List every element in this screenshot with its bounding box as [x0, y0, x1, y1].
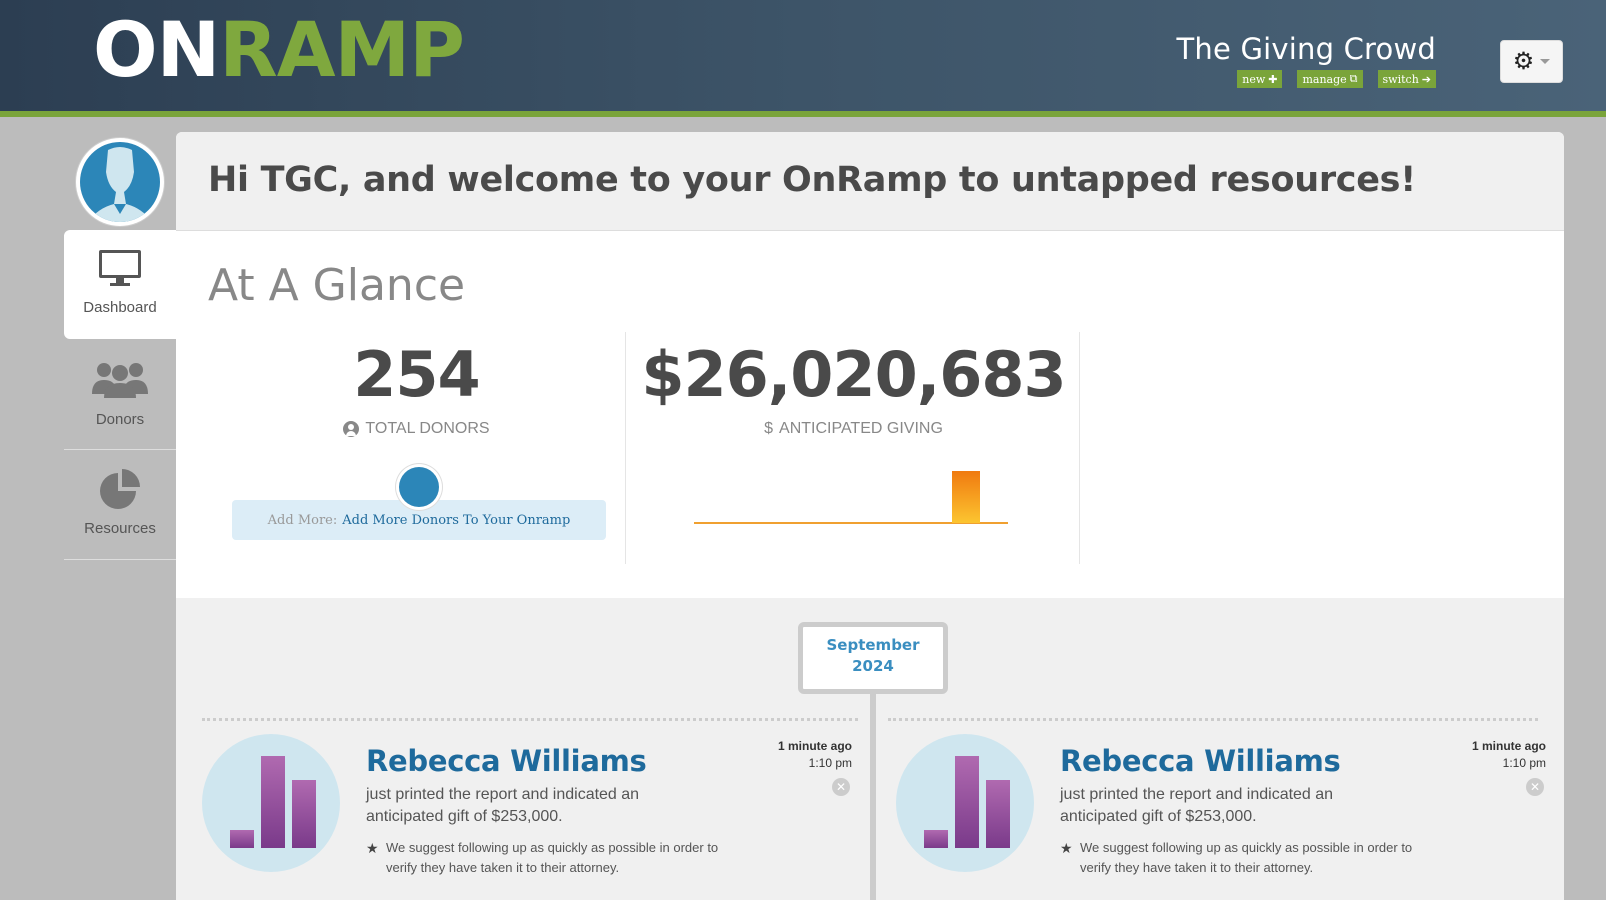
- add-donor-badge: [396, 464, 442, 510]
- bar-chart-icon: [202, 734, 340, 872]
- divider: [202, 718, 858, 721]
- dollar-icon: $: [764, 420, 774, 437]
- star-icon: ★: [1060, 840, 1073, 856]
- sidebar-item-resources[interactable]: Resources: [64, 451, 176, 560]
- avatar[interactable]: [76, 138, 164, 226]
- sparkline-bar: [952, 471, 980, 523]
- activity-description: just printed the report and indicated an…: [1060, 786, 1334, 825]
- org-switcher: The Giving Crowd new ✚ manage ⧉ switch ➔: [1176, 32, 1436, 88]
- org-name: The Giving Crowd: [1176, 32, 1436, 66]
- timeline-line: [870, 694, 876, 900]
- close-icon: ✕: [1529, 780, 1541, 794]
- sidebar-item-donors[interactable]: Donors: [64, 342, 176, 450]
- chevron-down-icon: [1540, 59, 1551, 64]
- sidebar-item-label: Resources: [84, 520, 156, 537]
- activity-timestamp: 1 minute ago 1:10 pm: [1471, 739, 1546, 770]
- gear-icon: ⚙: [1512, 47, 1535, 75]
- users-icon: [92, 363, 148, 398]
- close-icon: ✕: [835, 780, 847, 794]
- add-more-prefix: Add More:: [267, 512, 338, 528]
- activity-tip: ★ We suggest following up as quickly as …: [366, 840, 719, 875]
- org-actions: new ✚ manage ⧉ switch ➔: [1176, 70, 1436, 88]
- anticipated-giving-stat: $26,020,683 $ ANTICIPATED GIVING: [628, 332, 1080, 564]
- star-icon: ★: [366, 840, 379, 856]
- giving-sparkline: [694, 471, 1008, 524]
- pie-chart-icon: [100, 469, 140, 509]
- external-edit-icon: ⧉: [1349, 72, 1358, 85]
- timeline-month-marker: September 2024: [798, 622, 948, 694]
- main-panel: Hi TGC, and welcome to your OnRamp to un…: [176, 132, 1564, 900]
- divider: [888, 718, 1538, 721]
- onramp-logo[interactable]: ONRAMP: [93, 12, 465, 88]
- anticipated-giving-label: ANTICIPATED GIVING: [779, 420, 943, 437]
- user-circle-icon: [343, 421, 360, 437]
- sidebar-item-label: Donors: [95, 411, 145, 428]
- new-org-button[interactable]: new ✚: [1237, 70, 1283, 88]
- sidebar-item-label: Dashboard: [83, 299, 157, 316]
- welcome-heading: Hi TGC, and welcome to your OnRamp to un…: [208, 160, 1416, 200]
- donor-name[interactable]: Rebecca Williams: [1060, 744, 1341, 778]
- timeline-month: September: [826, 636, 920, 654]
- welcome-banner: Hi TGC, and welcome to your OnRamp to un…: [176, 132, 1564, 231]
- add-more-donors-link[interactable]: Add More Donors To Your Onramp: [342, 513, 570, 528]
- total-donors-value: 254: [353, 338, 480, 411]
- settings-dropdown-button[interactable]: ⚙: [1500, 40, 1563, 83]
- anticipated-giving-value: $26,020,683: [641, 338, 1066, 411]
- plus-icon: ✚: [1268, 72, 1278, 86]
- activity-timestamp: 1 minute ago 1:10 pm: [777, 739, 852, 770]
- monitor-icon: [99, 250, 141, 286]
- user-silhouette-icon: [88, 147, 152, 222]
- activity-tip: ★ We suggest following up as quickly as …: [1060, 840, 1413, 875]
- donor-name[interactable]: Rebecca Williams: [366, 744, 647, 778]
- total-donors-label: TOTAL DONORS: [365, 420, 490, 437]
- activity-feed: September 2024 Rebecca Williams just pri…: [176, 598, 1564, 900]
- sidebar-item-dashboard[interactable]: Dashboard: [64, 230, 176, 339]
- timeline-year: 2024: [852, 657, 894, 675]
- switch-org-button[interactable]: switch ➔: [1377, 70, 1436, 88]
- arrow-right-icon: ➔: [1421, 72, 1431, 86]
- at-a-glance-title: At A Glance: [208, 260, 466, 311]
- user-silhouette-icon: [399, 467, 439, 507]
- manage-org-button[interactable]: manage ⧉: [1297, 70, 1363, 88]
- top-header: ONRAMP The Giving Crowd new ✚ manage ⧉ s…: [0, 0, 1606, 117]
- dismiss-button[interactable]: ✕: [832, 778, 850, 796]
- bar-chart-icon: [896, 734, 1034, 872]
- activity-card: Rebecca Williams just printed the report…: [896, 734, 1546, 900]
- activity-card: Rebecca Williams just printed the report…: [202, 734, 852, 900]
- dismiss-button[interactable]: ✕: [1526, 778, 1544, 796]
- activity-description: just printed the report and indicated an…: [366, 786, 640, 825]
